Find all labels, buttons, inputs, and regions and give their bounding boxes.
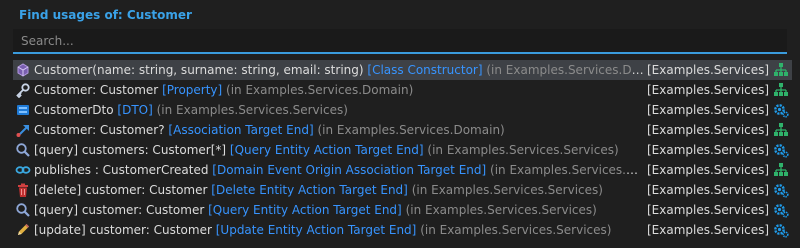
result-package: [Examples.Services] [647, 123, 770, 137]
result-row[interactable]: Customer(name: string, surname: string, … [13, 60, 792, 80]
result-package: [Examples.Services] [647, 83, 770, 97]
domain-diagram-icon [773, 162, 789, 178]
search-box[interactable] [13, 29, 787, 54]
result-package: [Examples.Services] [647, 63, 770, 77]
domain-diagram-icon [773, 62, 789, 78]
result-package: [Examples.Services] [647, 143, 770, 157]
query-magnifier-icon [15, 142, 31, 158]
result-location: (in Examples.Services.Services) [427, 143, 619, 157]
result-text: publishes : CustomerCreated [Domain Even… [34, 160, 644, 180]
result-name: [update] customer: Customer [34, 223, 212, 237]
result-location: (in Examples.Services.Services) [420, 223, 612, 237]
result-location: (in Examples.Services.Domain) [486, 63, 644, 77]
result-text: CustomerDto [DTO] (in Examples.Services.… [34, 100, 644, 120]
services-gear-icon [773, 202, 789, 218]
services-gear-icon [773, 142, 789, 158]
result-text: [update] customer: Customer [Update Enti… [34, 220, 644, 240]
search-input[interactable] [21, 31, 761, 51]
result-kind: [Delete Entity Action Target End] [211, 183, 408, 197]
result-kind: [Domain Event Origin Association Target … [212, 163, 487, 177]
result-name: publishes : CustomerCreated [34, 163, 209, 177]
property-icon [15, 82, 31, 98]
result-location: (in Examples.Services.Services) [411, 183, 603, 197]
association-arrow-icon [15, 122, 31, 138]
result-text: Customer: Customer? [Association Target … [34, 120, 644, 140]
services-gear-icon [773, 182, 789, 198]
update-pencil-icon [15, 222, 31, 238]
popup-title: Find usages of: Customer [19, 8, 192, 22]
result-name: [query] customer: Customer [34, 203, 205, 217]
result-package: [Examples.Services] [647, 183, 770, 197]
result-location: (in Examples.Services.Services) [405, 203, 597, 217]
result-kind: [Update Entity Action Target End] [215, 223, 417, 237]
query-magnifier-icon [15, 202, 31, 218]
result-row[interactable]: [update] customer: Customer [Update Enti… [13, 220, 792, 240]
class-constructor-icon [15, 62, 31, 78]
result-name: Customer: Customer [34, 83, 159, 97]
result-location: (in Examples.Services.Domain) [317, 123, 505, 137]
delete-trash-icon [15, 182, 31, 198]
result-name: Customer: Customer? [34, 123, 165, 137]
result-location: (in Examples.Services.Services) [156, 103, 348, 117]
domain-diagram-icon [773, 82, 789, 98]
result-text: [delete] customer: Customer [Delete Enti… [34, 180, 644, 200]
result-name: CustomerDto [34, 103, 114, 117]
domain-diagram-icon [773, 122, 789, 138]
result-location: (in Examples.Services.Domain) [226, 83, 414, 97]
services-gear-icon [773, 222, 789, 238]
results-list: Customer(name: string, surname: string, … [13, 60, 792, 240]
result-row[interactable]: Customer: Customer [Property] (in Exampl… [13, 80, 792, 100]
result-kind: [DTO] [117, 103, 153, 117]
result-name: [delete] customer: Customer [34, 183, 208, 197]
result-kind: [Query Entity Action Target End] [229, 143, 424, 157]
result-location: (in Examples.Services.Dom... [490, 163, 644, 177]
result-package: [Examples.Services] [647, 163, 770, 177]
result-row[interactable]: publishes : CustomerCreated [Domain Even… [13, 160, 792, 180]
result-kind: [Query Entity Action Target End] [208, 203, 402, 217]
result-row[interactable]: [query] customers: Customer[*] [Query En… [13, 140, 792, 160]
result-row[interactable]: [delete] customer: Customer [Delete Enti… [13, 180, 792, 200]
result-text: Customer(name: string, surname: string, … [34, 60, 644, 80]
result-text: Customer: Customer [Property] (in Exampl… [34, 80, 644, 100]
dto-icon [15, 102, 31, 118]
result-kind: [Class Constructor] [367, 63, 483, 77]
result-kind: [Association Target End] [168, 123, 314, 137]
result-package: [Examples.Services] [647, 103, 770, 117]
result-package: [Examples.Services] [647, 203, 770, 217]
services-gear-icon [773, 102, 789, 118]
result-row[interactable]: [query] customer: Customer [Query Entity… [13, 200, 792, 220]
result-row[interactable]: CustomerDto [DTO] (in Examples.Services.… [13, 100, 792, 120]
result-name: Customer(name: string, surname: string, … [34, 63, 364, 77]
find-usages-popup: Find usages of: Customer Customer(name: … [0, 0, 800, 248]
result-row[interactable]: Customer: Customer? [Association Target … [13, 120, 792, 140]
result-text: [query] customer: Customer [Query Entity… [34, 200, 644, 220]
result-text: [query] customers: Customer[*] [Query En… [34, 140, 644, 160]
result-kind: [Property] [162, 83, 223, 97]
event-link-icon [15, 162, 31, 178]
result-name: [query] customers: Customer[*] [34, 143, 227, 157]
result-package: [Examples.Services] [647, 223, 770, 237]
